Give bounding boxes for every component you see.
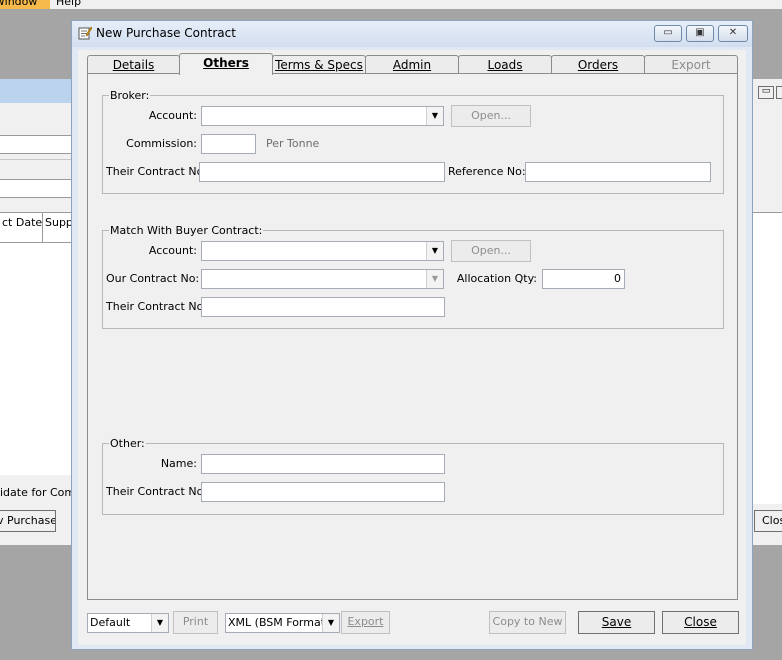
app-menubar: Window Help [0,0,782,9]
grid-header-contract-date[interactable]: ct Date [0,213,43,243]
background-window-titlebar [0,79,72,103]
background-maximize-icon[interactable] [776,86,782,99]
edit-document-icon [78,26,92,40]
chevron-down-icon[interactable]: ▼ [426,107,443,125]
new-purchase-button[interactable]: v Purchase [0,510,56,532]
allocation-qty-input[interactable]: 0 [542,269,625,289]
match-their-contract-input[interactable] [201,297,445,317]
minimize-icon: ▭ [663,27,673,38]
copy-to-new-button[interactable]: Copy to New [489,611,566,634]
menu-help[interactable]: Help [52,0,85,9]
chevron-down-icon[interactable]: ▼ [426,270,443,288]
minimize-button[interactable]: ▭ [654,25,682,42]
commission-unit: Per Tonne [266,137,320,150]
other-name-label: Name: [160,457,197,470]
save-button[interactable]: Save [578,611,655,634]
tab-details[interactable]: Details [87,55,180,74]
report-template-select[interactable]: Default ▼ [87,613,169,633]
tab-export: Export [644,55,738,74]
broker-their-contract-label: Their Contract No: [106,165,208,178]
broker-their-contract-input[interactable] [199,162,445,182]
export-format-select[interactable]: XML (BSM Format) ▼ [225,613,340,633]
our-contract-select[interactable]: ▼ [201,269,444,289]
dialog-title: New Purchase Contract [96,26,236,40]
close-window-button[interactable]: ✕ [718,25,748,42]
maximize-button[interactable]: ▣ [686,25,714,42]
background-field-2[interactable] [0,179,72,198]
other-name-input[interactable] [201,454,445,474]
background-divider [0,159,72,160]
commission-input[interactable] [201,134,256,154]
tab-orders[interactable]: Orders [551,55,645,74]
tab-loads[interactable]: Loads [458,55,552,74]
background-grid-body-right [752,242,782,504]
chevron-down-icon[interactable]: ▼ [322,614,339,632]
background-field-1[interactable] [0,135,72,154]
close-icon: ✕ [728,27,738,38]
chevron-down-icon[interactable]: ▼ [426,242,443,260]
reference-no-input[interactable] [525,162,711,182]
broker-open-button[interactable]: Open... [451,105,531,127]
background-status-text: idate for Compl [0,486,72,499]
grid-header-supplier[interactable]: Supp [43,213,72,243]
reference-no-label: Reference No: [448,165,526,178]
background-grid: ct Date Supp [0,212,72,475]
match-open-button[interactable]: Open... [451,240,531,262]
allocation-qty-label: Allocation Qty: [456,272,537,285]
background-grid-right [752,212,782,244]
commission-label: Commission: [126,137,197,150]
print-button[interactable]: Print [173,611,218,634]
menu-window[interactable]: Window [0,0,50,9]
match-their-contract-label: Their Contract No: [106,300,208,313]
background-close-button[interactable]: Clos [754,510,782,532]
other-their-contract-input[interactable] [201,482,445,502]
export-button[interactable]: Export [341,611,390,634]
broker-account-select[interactable]: ▼ [201,106,444,126]
maximize-icon: ▣ [695,27,705,38]
our-contract-label: Our Contract No: [106,272,200,285]
chevron-down-icon[interactable]: ▼ [151,614,168,632]
other-their-contract-label: Their Contract No: [106,485,208,498]
tab-others[interactable]: Others [179,53,273,75]
tab-admin[interactable]: Admin [365,55,459,74]
other-group-label: Other: [109,437,146,450]
background-minimize-icon[interactable]: ▭ [758,86,774,99]
match-account-select[interactable]: ▼ [201,241,444,261]
broker-account-label: Account: [148,109,197,122]
close-button[interactable]: Close [662,611,739,634]
match-account-label: Account: [148,244,197,257]
match-buyer-group-label: Match With Buyer Contract: [109,224,264,237]
broker-group-label: Broker: [109,89,151,102]
tab-terms-specs[interactable]: Terms & Specs [272,55,366,74]
